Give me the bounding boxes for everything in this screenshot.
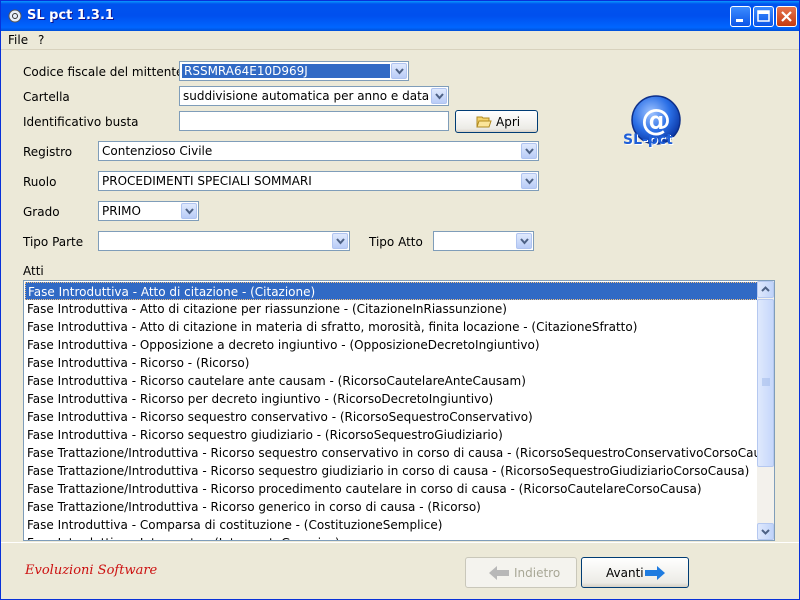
avanti-button[interactable]: Avanti xyxy=(581,557,689,588)
list-item[interactable]: Fase Trattazione/Introduttiva - Ricorso … xyxy=(25,480,758,498)
ruolo-label: Ruolo xyxy=(23,175,57,189)
chevron-down-icon[interactable] xyxy=(332,233,348,249)
atti-list[interactable]: Fase Introduttiva - Atto di citazione - … xyxy=(23,280,775,541)
close-button[interactable] xyxy=(776,6,797,27)
list-item[interactable]: Fase Introduttiva - Opposizione a decret… xyxy=(25,336,758,354)
minimize-icon xyxy=(736,19,743,22)
chevron-down-icon[interactable] xyxy=(516,233,532,249)
arrow-right-icon xyxy=(645,566,665,580)
list-item[interactable]: Fase Trattazione/Introduttiva - Ricorso … xyxy=(25,444,758,462)
registro-select[interactable]: Contenzioso Civile xyxy=(98,141,539,161)
grado-value: PRIMO xyxy=(102,204,141,218)
window-title: SL pct 1.3.1 xyxy=(27,8,114,23)
minimize-button[interactable] xyxy=(730,6,751,27)
list-item[interactable]: Fase Introduttiva - Intervento - (Interv… xyxy=(25,534,758,540)
tipo-parte-select[interactable] xyxy=(98,231,350,251)
folder-open-icon xyxy=(476,116,492,128)
grado-select[interactable]: PRIMO xyxy=(98,201,199,221)
footer-bar: Evoluzioni Software Indietro Avanti xyxy=(1,542,799,599)
cartella-label: Cartella xyxy=(23,90,70,104)
mittente-label: Codice fiscale del mittente xyxy=(23,65,184,79)
grado-label: Grado xyxy=(23,205,60,219)
tipo-atto-label: Tipo Atto xyxy=(369,235,423,249)
menu-bar: File ? xyxy=(1,31,799,50)
ruolo-select[interactable]: PROCEDIMENTI SPECIALI SOMMARI xyxy=(98,171,539,191)
list-item[interactable]: Fase Introduttiva - Ricorso cautelare an… xyxy=(25,372,758,390)
arrow-left-icon xyxy=(489,566,509,580)
app-icon xyxy=(8,9,22,23)
vertical-scrollbar[interactable] xyxy=(757,281,774,540)
maximize-button[interactable] xyxy=(753,6,774,27)
busta-input[interactable] xyxy=(179,111,449,131)
chevron-up-icon xyxy=(761,286,770,292)
chevron-down-icon[interactable] xyxy=(431,88,447,104)
list-item[interactable]: Fase Trattazione/Introduttiva - Ricorso … xyxy=(25,462,758,480)
list-item[interactable]: Fase Introduttiva - Ricorso - (Ricorso) xyxy=(25,354,758,372)
indietro-label: Indietro xyxy=(514,566,561,580)
list-item[interactable]: Fase Introduttiva - Ricorso per decreto … xyxy=(25,390,758,408)
avanti-label: Avanti xyxy=(606,566,644,580)
scroll-up-button[interactable] xyxy=(757,281,774,298)
busta-label: Identificativo busta xyxy=(23,115,139,129)
application-window: SL pct 1.3.1 File ? Codice fiscale del m… xyxy=(0,0,800,600)
grip-icon xyxy=(762,378,770,386)
apri-button[interactable]: Apri xyxy=(455,110,538,133)
chevron-down-icon xyxy=(761,529,770,535)
menu-help[interactable]: ? xyxy=(38,33,44,47)
chevron-down-icon[interactable] xyxy=(521,173,537,189)
cartella-value: suddivisione automatica per anno e data xyxy=(183,89,430,103)
indietro-button[interactable]: Indietro xyxy=(465,557,577,588)
menu-file[interactable]: File xyxy=(8,33,28,47)
maximize-icon xyxy=(757,10,770,22)
list-item[interactable]: Fase Introduttiva - Ricorso sequestro gi… xyxy=(25,426,758,444)
chevron-down-icon[interactable] xyxy=(391,63,407,79)
list-item[interactable]: Fase Introduttiva - Atto di citazione - … xyxy=(25,282,758,300)
tipo-parte-label: Tipo Parte xyxy=(23,235,84,249)
cartella-select[interactable]: suddivisione automatica per anno e data xyxy=(179,86,449,106)
logo-text: SL-pct xyxy=(623,132,673,148)
registro-label: Registro xyxy=(23,145,73,159)
scroll-thumb[interactable] xyxy=(757,299,774,467)
atti-label: Atti xyxy=(23,264,44,278)
list-item[interactable]: Fase Introduttiva - Ricorso sequestro co… xyxy=(25,408,758,426)
scroll-down-button[interactable] xyxy=(757,523,774,540)
chevron-down-icon[interactable] xyxy=(521,143,537,159)
title-bar[interactable]: SL pct 1.3.1 xyxy=(1,1,799,31)
chevron-down-icon[interactable] xyxy=(181,203,197,219)
list-item[interactable]: Fase Introduttiva - Atto di citazione in… xyxy=(25,318,758,336)
tipo-atto-select[interactable] xyxy=(433,231,534,251)
mittente-value: RSSMRA64E10D969J xyxy=(182,64,390,78)
close-icon xyxy=(781,11,792,22)
app-logo: @ SL-pct xyxy=(623,94,685,152)
list-item[interactable]: Fase Trattazione/Introduttiva - Ricorso … xyxy=(25,498,758,516)
brand-label: Evoluzioni Software xyxy=(25,563,158,578)
list-item[interactable]: Fase Introduttiva - Comparsa di costituz… xyxy=(25,516,758,534)
list-item[interactable]: Fase Introduttiva - Atto di citazione pe… xyxy=(25,300,758,318)
mittente-select[interactable]: RSSMRA64E10D969J xyxy=(179,61,409,81)
registro-value: Contenzioso Civile xyxy=(102,144,213,158)
ruolo-value: PROCEDIMENTI SPECIALI SOMMARI xyxy=(102,174,312,188)
apri-label: Apri xyxy=(496,115,521,129)
